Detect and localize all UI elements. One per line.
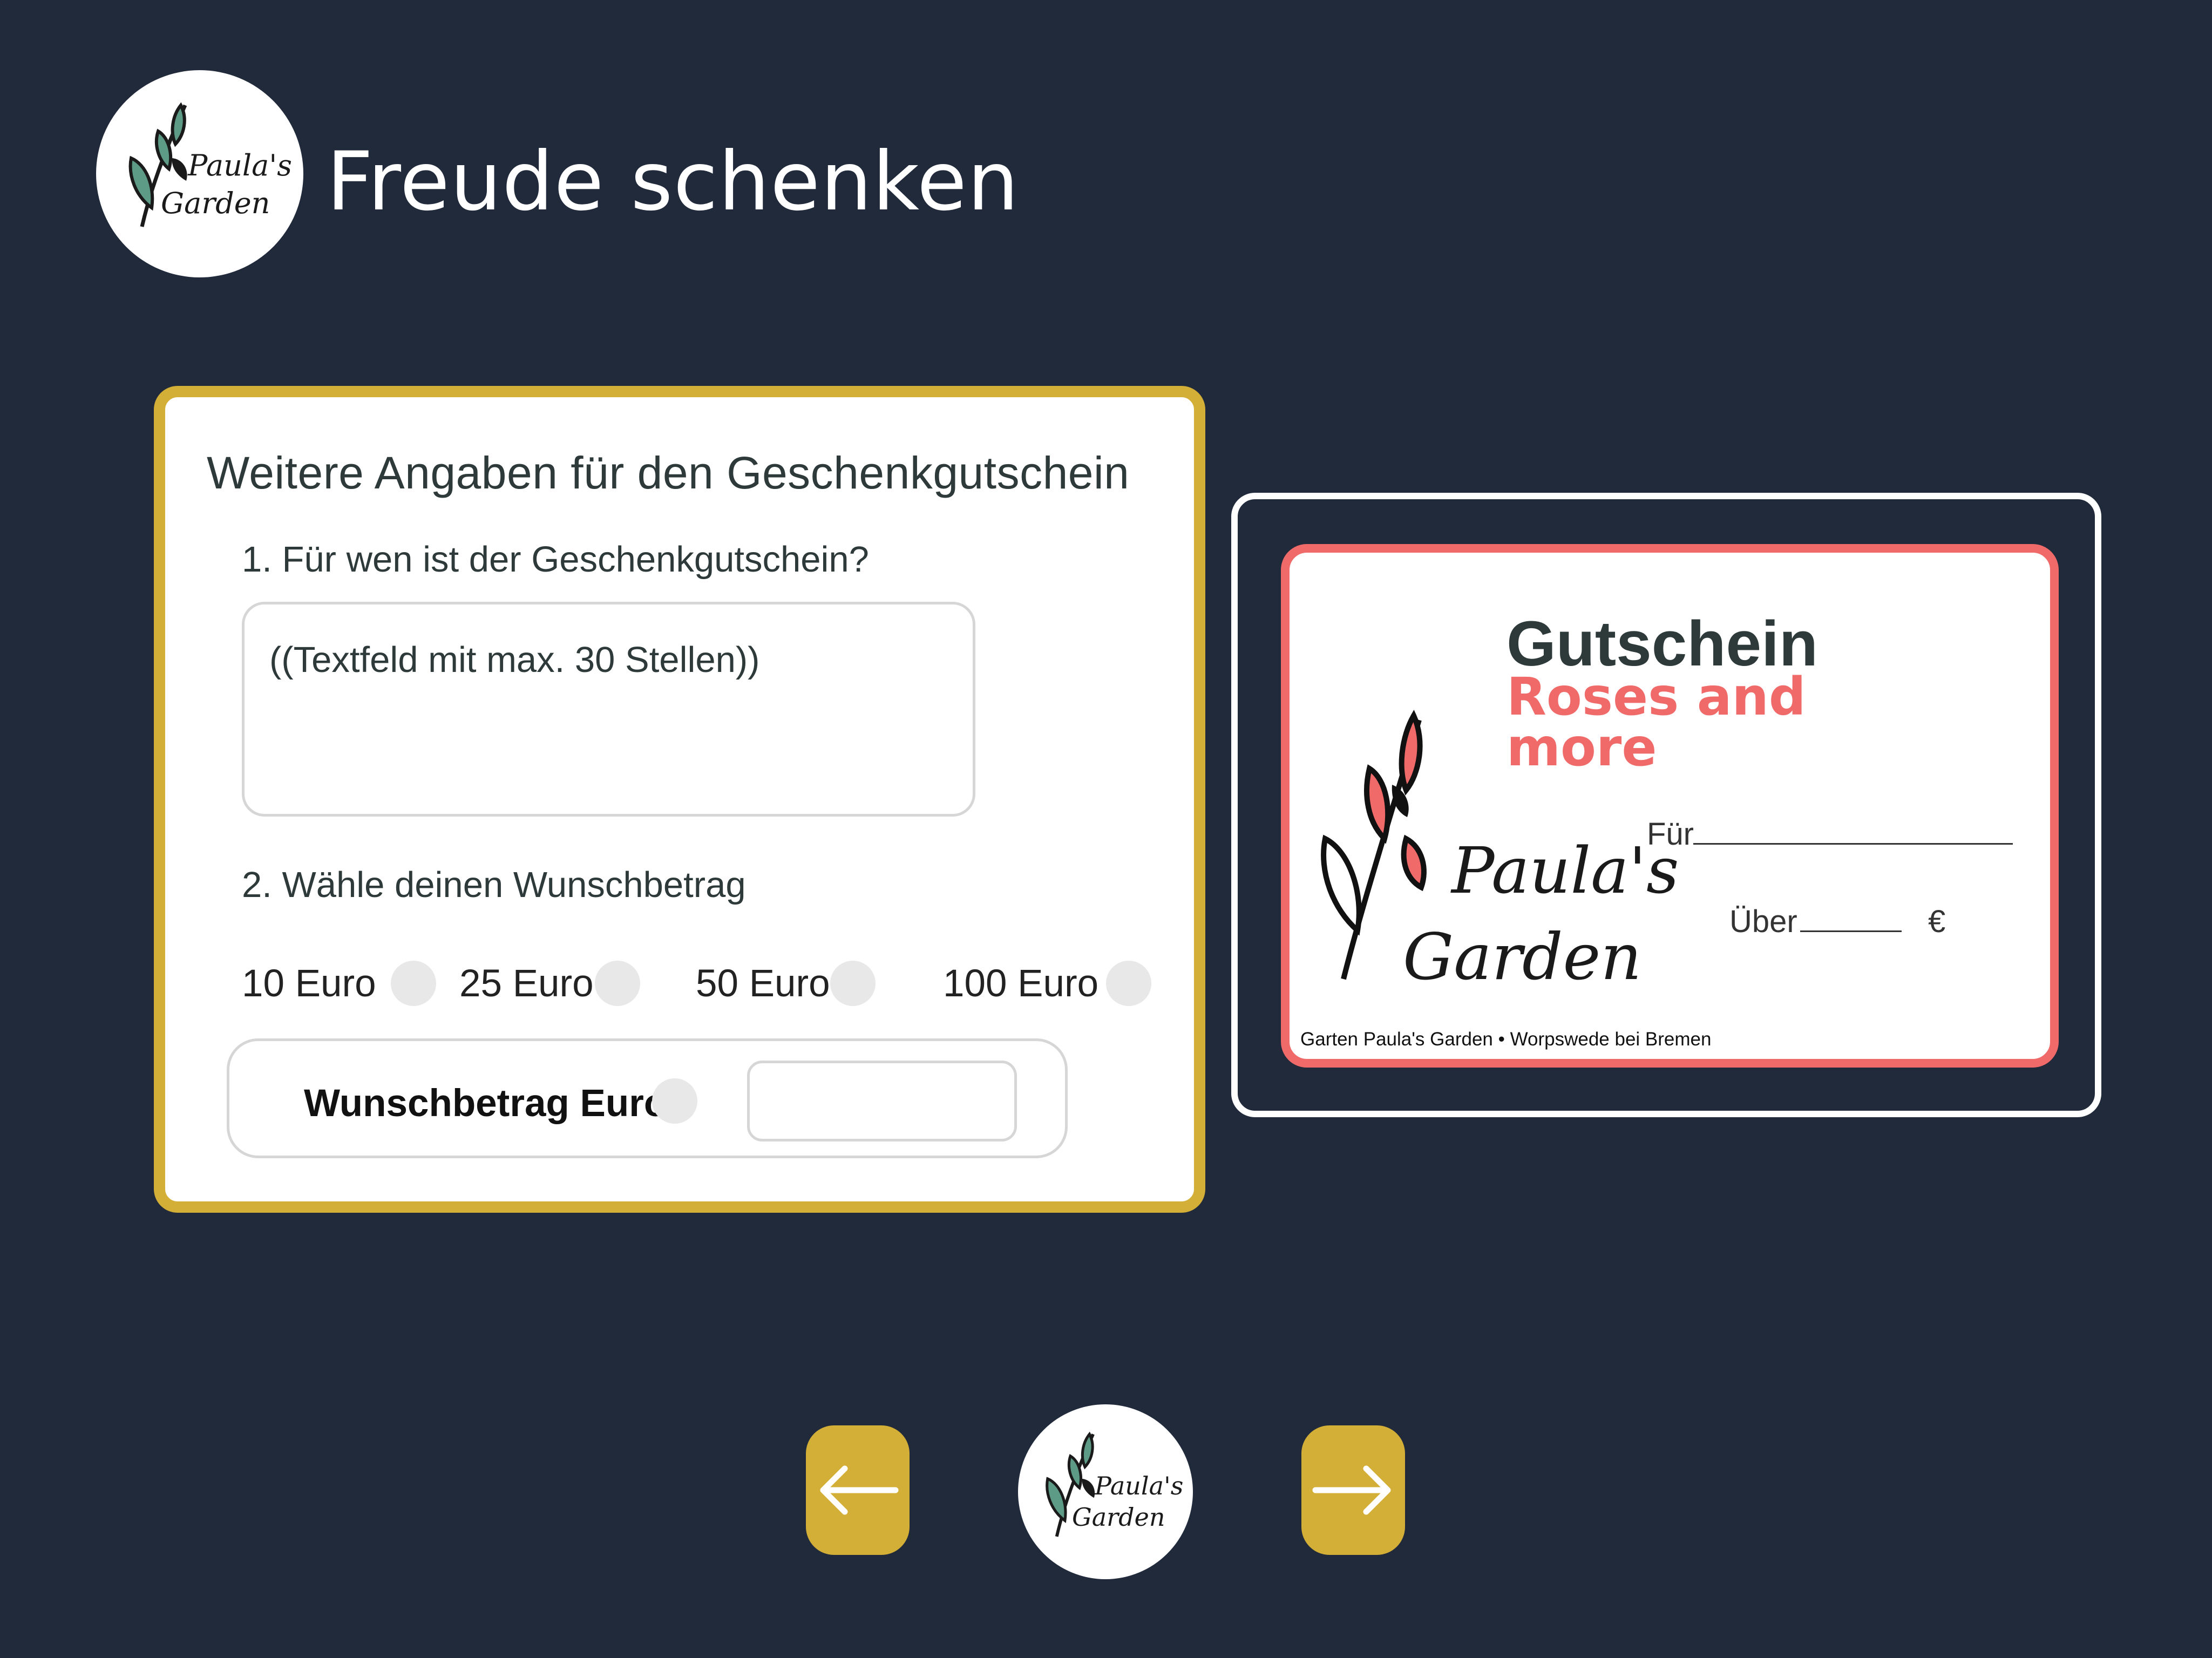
voucher-amount-line bbox=[1800, 930, 1902, 932]
amount-radio-10[interactable] bbox=[391, 961, 436, 1006]
arrow-right-icon bbox=[1312, 1465, 1391, 1515]
brand-logo: Paula's Garden bbox=[96, 70, 303, 277]
voucher-footer: Garten Paula's Garden • Worpswede bei Br… bbox=[1300, 1029, 1712, 1050]
amount-option-100-label: 100 Euro bbox=[943, 962, 1099, 1005]
arrow-left-icon bbox=[820, 1465, 899, 1515]
brand-name-line2: Garden bbox=[161, 186, 270, 220]
back-button[interactable] bbox=[806, 1425, 910, 1555]
next-button[interactable] bbox=[1301, 1425, 1405, 1555]
custom-amount-group: Wunschbetrag Euro bbox=[227, 1038, 1068, 1158]
voucher-brand-line2: Garden bbox=[1403, 920, 1642, 994]
voucher-amount-label: Über bbox=[1729, 904, 1797, 939]
question-recipient: 1. Für wen ist der Geschenkgutschein? bbox=[242, 539, 869, 580]
custom-amount-label: Wunschbetrag Euro bbox=[304, 1082, 668, 1125]
custom-amount-radio[interactable] bbox=[652, 1078, 697, 1124]
amount-radio-25[interactable] bbox=[595, 961, 640, 1006]
page-title: Freude schenken bbox=[327, 135, 1020, 229]
amount-radio-100[interactable] bbox=[1106, 961, 1151, 1006]
recipient-input[interactable]: ((Textfeld mit max. 30 Stellen)) bbox=[242, 602, 975, 817]
amount-option-50-label: 50 Euro bbox=[696, 962, 830, 1005]
voucher-preview-frame: Gutschein Roses and more Paula's Garden … bbox=[1231, 493, 2101, 1117]
voucher-form-card: Weitere Angaben für den Geschenkgutschei… bbox=[154, 386, 1205, 1213]
nav-brand-line2: Garden bbox=[1072, 1503, 1165, 1532]
amount-option-10-label: 10 Euro bbox=[242, 962, 376, 1005]
recipient-input-text: ((Textfeld mit max. 30 Stellen)) bbox=[269, 640, 760, 680]
voucher-subtitle: Roses and more bbox=[1507, 667, 1806, 778]
voucher-currency: € bbox=[1928, 904, 1946, 939]
question-amount: 2. Wähle deinen Wunschbetrag bbox=[242, 865, 746, 905]
voucher-for-label: Für bbox=[1647, 817, 1694, 852]
brand-name-line1: Paula's bbox=[188, 148, 292, 182]
nav-brand-logo: Paula's Garden bbox=[1018, 1404, 1193, 1579]
custom-amount-input[interactable] bbox=[747, 1061, 1017, 1141]
amount-radio-50[interactable] bbox=[830, 961, 876, 1006]
nav-brand-line1: Paula's bbox=[1095, 1471, 1184, 1500]
amount-option-25-label: 25 Euro bbox=[459, 962, 594, 1005]
voucher-card: Gutschein Roses and more Paula's Garden … bbox=[1281, 544, 2059, 1068]
voucher-for-line bbox=[1693, 843, 2013, 845]
form-title: Weitere Angaben für den Geschenkgutschei… bbox=[207, 447, 1130, 498]
voucher-brand-line1: Paula's bbox=[1451, 833, 1679, 908]
